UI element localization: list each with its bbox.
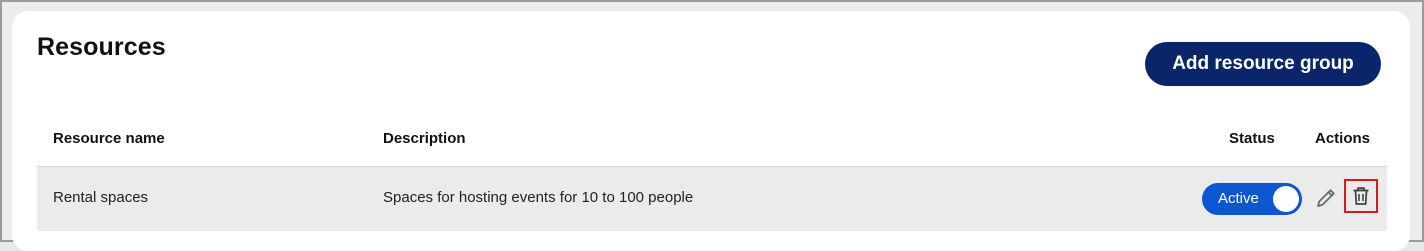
delete-button[interactable]: [1344, 179, 1378, 213]
status-toggle-label: Active: [1218, 190, 1259, 207]
column-header-status: Status: [1229, 130, 1275, 147]
column-header-actions: Actions: [1315, 130, 1371, 147]
table-row: Rental spaces Spaces for hosting events …: [37, 166, 1387, 231]
trash-icon: [1353, 187, 1369, 205]
resource-name-cell: Rental spaces: [53, 189, 149, 206]
resources-card: Resources Add resource group Resource na…: [12, 11, 1410, 251]
page-title: Resources: [37, 33, 166, 61]
pencil-icon[interactable]: [1315, 187, 1337, 209]
status-toggle[interactable]: Active: [1202, 183, 1302, 215]
screenshot-frame: Resources Add resource group Resource na…: [0, 0, 1424, 251]
add-resource-group-button[interactable]: Add resource group: [1145, 42, 1381, 86]
column-header-description: Description: [383, 130, 466, 147]
description-cell: Spaces for hosting events for 10 to 100 …: [383, 189, 694, 206]
column-header-resource-name: Resource name: [53, 130, 165, 147]
toggle-knob: [1273, 186, 1299, 212]
